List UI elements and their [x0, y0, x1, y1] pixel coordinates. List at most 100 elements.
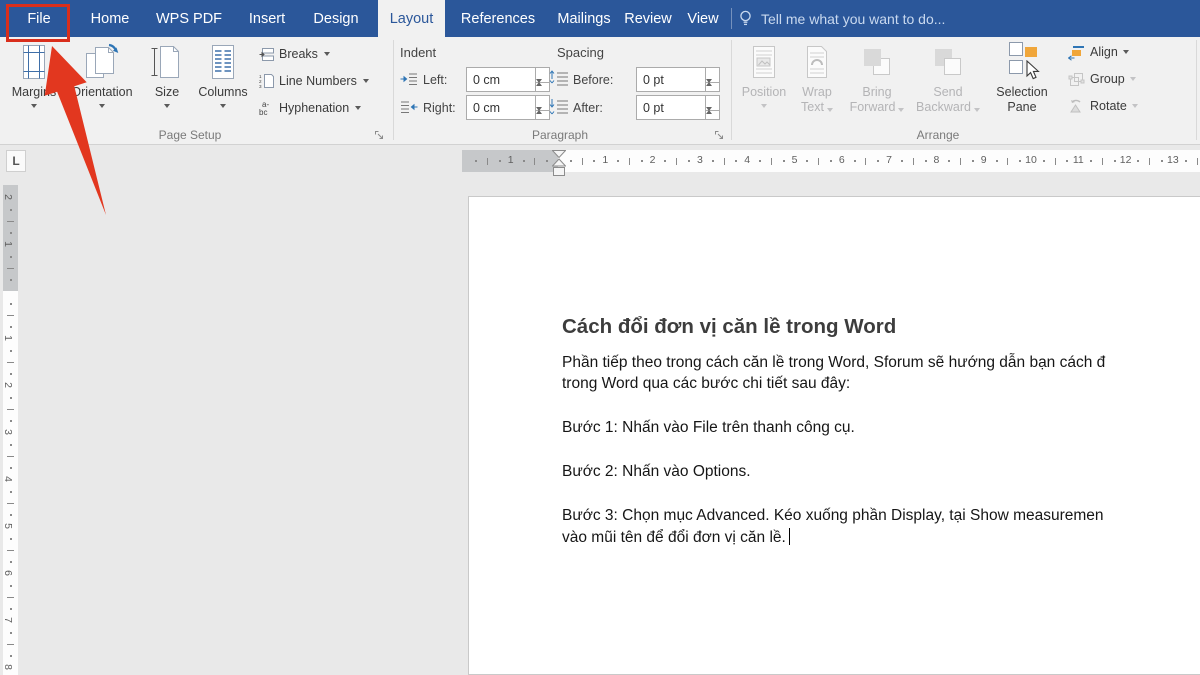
ruler-number: 2: [650, 154, 656, 166]
group-button: Group: [1068, 70, 1136, 88]
ruler-margin-segment: [3, 185, 18, 291]
spacing-before-field[interactable]: 0 pt: [636, 67, 720, 92]
breaks-button[interactable]: Breaks: [259, 44, 330, 64]
document-page[interactable]: Cách đổi đơn vị căn lề trong Word Phần t…: [468, 196, 1200, 675]
hyphenation-button[interactable]: a- bc Hyphenation: [259, 98, 361, 118]
spacing-after-field[interactable]: 0 pt: [636, 95, 720, 120]
tab-wps-pdf[interactable]: WPS PDF: [150, 0, 228, 37]
ruler-number: 8: [2, 664, 14, 670]
ruler-dot: [10, 209, 12, 211]
ruler-tick: [7, 503, 14, 504]
tab-stop-selector[interactable]: L: [6, 150, 26, 172]
ribbon: Margins Orientation Size: [0, 37, 1200, 145]
svg-text:bc: bc: [259, 108, 267, 116]
ruler-dot: [688, 160, 690, 162]
ruler-dot: [1066, 160, 1068, 162]
ruler-dot: [877, 160, 879, 162]
align-button[interactable]: Align: [1068, 43, 1129, 61]
spacing-before-icon: [549, 70, 569, 87]
spin-down-button[interactable]: [706, 111, 719, 125]
ruler-tick: [960, 158, 961, 165]
ruler-number: 10: [1025, 154, 1037, 166]
tab-mailings[interactable]: Mailings: [551, 0, 617, 37]
margins-button[interactable]: Margins: [6, 40, 62, 122]
ruler-dot: [523, 160, 525, 162]
tab-design[interactable]: Design: [306, 0, 366, 37]
tab-references[interactable]: References: [457, 0, 539, 37]
tab-home[interactable]: Home: [82, 0, 138, 37]
spin-down-button[interactable]: [536, 111, 549, 125]
orientation-button[interactable]: Orientation: [66, 40, 138, 122]
step-1-line: Bước 1: Nhấn vào File trên thanh công cụ…: [562, 419, 855, 437]
ruler-dot: [10, 467, 12, 469]
columns-button[interactable]: Columns: [194, 40, 252, 122]
ruler-dot: [1161, 160, 1163, 162]
ruler-dot: [10, 608, 12, 610]
ruler-tick: [629, 158, 630, 165]
tab-insert[interactable]: Insert: [240, 0, 294, 37]
ruler-number: 2: [2, 194, 14, 200]
dropdown-caret-icon: [363, 79, 369, 83]
ruler-dot: [10, 303, 12, 305]
tab-review[interactable]: Review: [622, 0, 674, 37]
indent-left-field[interactable]: 0 cm: [466, 67, 550, 92]
indent-right-field[interactable]: 0 cm: [466, 95, 550, 120]
ruler-dot: [1137, 160, 1139, 162]
ruler-tick: [913, 158, 914, 165]
ruler-dot: [10, 632, 12, 634]
dropdown-caret-icon: [355, 106, 361, 110]
group-separator: [393, 40, 394, 140]
ruler-dot: [925, 160, 927, 162]
spacing-after-label: After:: [573, 95, 603, 120]
ruler-number: 4: [744, 154, 750, 166]
dropdown-caret-icon: [1130, 77, 1136, 81]
position-icon: [751, 42, 777, 82]
ruler-number: 13: [1167, 154, 1179, 166]
tab-layout[interactable]: Layout: [378, 0, 445, 37]
selection-pane-button[interactable]: Selection Pane: [990, 40, 1054, 122]
tab-view[interactable]: View: [680, 0, 726, 37]
page-setup-group-label: Page Setup: [60, 128, 320, 142]
size-button[interactable]: Size: [142, 40, 192, 122]
hanging-indent-marker[interactable]: [553, 159, 566, 166]
ruler-tick: [676, 158, 677, 165]
first-line-indent-marker[interactable]: [553, 151, 566, 158]
indent-left-icon: [400, 72, 418, 86]
ruler-number: 11: [1073, 154, 1084, 166]
tell-me-box[interactable]: Tell me what you want to do...: [738, 0, 945, 37]
spacing-after-icon: [549, 98, 569, 115]
ruler-dot: [854, 160, 856, 162]
ruler-dot: [1114, 160, 1116, 162]
spacing-header: Spacing: [557, 45, 604, 60]
ruler-number: 1: [2, 335, 14, 341]
indent-right-label: Right:: [423, 95, 456, 120]
horizontal-ruler[interactable]: 112345678910111213: [462, 150, 1200, 172]
line-numbers-button[interactable]: 1 2 3 Line Numbers: [259, 71, 369, 91]
ruler-number: 5: [2, 523, 14, 529]
ruler-tick: [1197, 158, 1198, 165]
paragraph-dialog-launcher[interactable]: [714, 130, 726, 142]
step-3-line-2: vào mũi tên để đổi đơn vị căn lề.: [562, 528, 790, 547]
page-setup-dialog-launcher[interactable]: [374, 130, 386, 142]
ruler-dot: [901, 160, 903, 162]
step-2-line: Bước 2: Nhấn vào Options.: [562, 463, 751, 481]
ruler-number: 7: [886, 154, 892, 166]
left-indent-marker[interactable]: [554, 168, 565, 176]
ruler-tick: [1102, 158, 1103, 165]
ruler-tick: [1055, 158, 1056, 165]
ruler-tick: [1007, 158, 1008, 165]
ruler-dot: [10, 279, 12, 281]
ruler-tick: [534, 158, 535, 165]
document-heading: Cách đổi đơn vị căn lề trong Word: [562, 315, 896, 339]
ruler-dot: [735, 160, 737, 162]
ruler-dot: [10, 655, 12, 657]
indent-markers[interactable]: [552, 150, 566, 182]
ruler-tick: [582, 158, 583, 165]
vertical-ruler[interactable]: 2112345678: [3, 185, 18, 675]
ruler-dot: [759, 160, 761, 162]
ruler-dot: [806, 160, 808, 162]
ruler-dot: [712, 160, 714, 162]
dropdown-caret-icon: [827, 108, 833, 112]
dropdown-caret-icon: [220, 104, 226, 108]
bring-forward-button: Bring Forward: [846, 40, 908, 122]
